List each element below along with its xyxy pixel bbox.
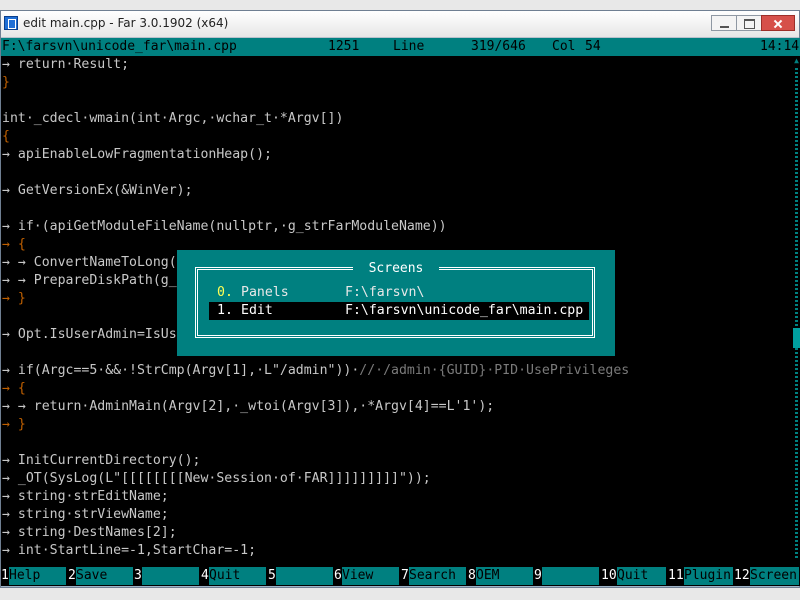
code-line[interactable]: → { <box>2 236 26 254</box>
code-line[interactable]: → → ConvertNameToLong( <box>2 254 177 272</box>
fkey-label: Screen <box>750 567 799 585</box>
col-label: Col <box>552 39 576 54</box>
code-line[interactable]: → _OT(SysLog(L"[[[[[[[[New·Session·of·FA… <box>2 470 431 488</box>
screen-item-path: F:\farsvn\unicode_far\main.cpp <box>345 303 584 318</box>
fkey-number: 3 <box>134 566 142 586</box>
scroll-up-arrow-icon[interactable]: ▲ <box>792 56 800 66</box>
far-app-icon <box>4 16 18 30</box>
far-window: edit main.cpp - Far 3.0.1902 (x64) F:\fa… <box>0 10 800 588</box>
console-area: F:\farsvn\unicode_far\main.cpp 1251 Line… <box>1 38 800 586</box>
fkey-number: 10 <box>601 566 617 586</box>
fkey-11[interactable]: 11 Plugin <box>668 566 735 586</box>
screen-item-panels[interactable]: 0. Panels F:\farsvn\ <box>209 284 589 302</box>
fkey-6[interactable]: 6 View <box>334 566 401 586</box>
fkey-label <box>276 567 333 585</box>
col-position: 54 <box>585 39 601 54</box>
fkey-label <box>142 567 199 585</box>
fkey-label: OEM <box>476 567 533 585</box>
fkey-number: 12 <box>734 566 750 586</box>
fkey-number: 6 <box>334 566 342 586</box>
code-line[interactable]: → if·(apiGetModuleFileName(nullptr,·g_st… <box>2 218 447 236</box>
code-line[interactable]: → } <box>2 416 26 434</box>
line-label: Line <box>393 39 425 54</box>
fkey-3[interactable]: 3 <box>134 566 201 586</box>
fkey-number: 7 <box>401 566 409 586</box>
code-line[interactable]: { <box>2 128 10 146</box>
screen-item-hotkey: 1. <box>217 303 233 318</box>
fkey-9[interactable]: 9 <box>534 566 601 586</box>
fkey-number: 5 <box>268 566 276 586</box>
fkey-label: Plugin <box>684 567 733 585</box>
window-title: edit main.cpp - Far 3.0.1902 (x64) <box>23 16 229 30</box>
fkey-label: Save <box>76 567 133 585</box>
fkey-number: 1 <box>1 566 9 586</box>
screen-item-label: Panels <box>241 285 289 300</box>
code-line[interactable]: → string·strViewName; <box>2 506 169 524</box>
fkey-label: Quit <box>209 567 266 585</box>
code-line[interactable]: → string·strEditName; <box>2 488 169 506</box>
code-line[interactable]: → return·Result; <box>2 56 129 74</box>
code-line[interactable]: → { <box>2 380 26 398</box>
fkey-8[interactable]: 8 OEM <box>468 566 535 586</box>
scroll-thumb[interactable] <box>793 328 800 348</box>
file-path: F:\farsvn\unicode_far\main.cpp <box>2 39 237 54</box>
code-text: → if(Argc==5·&&·!StrCmp(Argv[1],·L"/admi… <box>2 363 360 378</box>
code-line[interactable]: → apiEnableLowFragmentationHeap(); <box>2 146 272 164</box>
fkey-number: 2 <box>68 566 76 586</box>
fkey-12[interactable]: 12 Screen <box>734 566 800 586</box>
fkey-5[interactable]: 5 <box>268 566 335 586</box>
function-key-bar: 1 Help 2 Save 3 4 Quit 5 6 View 7 Search 8 OEM 9 10 Quit… <box>1 566 800 586</box>
fkey-number: 4 <box>201 566 209 586</box>
screen-item-edit[interactable]: 1. Edit F:\farsvn\unicode_far\main.cpp <box>209 302 589 320</box>
editor-status-bar: F:\farsvn\unicode_far\main.cpp 1251 Line… <box>1 38 800 56</box>
code-line[interactable]: → → return·AdminMain(Argv[2],·_wtoi(Argv… <box>2 398 494 416</box>
maximize-button[interactable] <box>736 15 762 31</box>
fkey-label: Quit <box>617 567 666 585</box>
fkey-number: 8 <box>468 566 476 586</box>
fkey-1[interactable]: 1 Help <box>1 566 68 586</box>
code-line[interactable]: int·_cdecl·wmain(int·Argc,·wchar_t·*Argv… <box>2 110 343 128</box>
code-comment: //·/admin·{GUID}·PID·UsePrivileges <box>359 363 630 378</box>
fkey-number: 11 <box>668 566 684 586</box>
clock: 14:14 <box>760 39 800 54</box>
code-line[interactable]: → int·StartLine=-1,StartChar=-1; <box>2 542 256 560</box>
fkey-7[interactable]: 7 Search <box>401 566 468 586</box>
fkey-10[interactable]: 10 Quit <box>601 566 668 586</box>
code-line[interactable]: → if(Argc==5·&&·!StrCmp(Argv[1],·L"/admi… <box>2 362 629 380</box>
fkey-label <box>542 567 599 585</box>
code-line[interactable]: → GetVersionEx(&WinVer); <box>2 182 193 200</box>
title-bar[interactable]: edit main.cpp - Far 3.0.1902 (x64) <box>1 11 799 38</box>
fkey-label: View <box>342 567 399 585</box>
vertical-scrollbar[interactable]: ▲ <box>792 56 800 566</box>
fkey-label: Search <box>409 567 466 585</box>
screen-item-path: F:\farsvn\ <box>345 285 425 300</box>
screens-dialog-title: Screens <box>353 260 439 278</box>
code-line[interactable]: → Opt.IsUserAdmin=IsUs <box>2 326 177 344</box>
screen-item-hotkey: 0. <box>217 285 233 300</box>
code-line[interactable]: → → PrepareDiskPath(g_ <box>2 272 177 290</box>
fkey-label: Help <box>9 567 66 585</box>
scroll-track[interactable] <box>795 68 798 558</box>
fkey-number: 9 <box>534 566 542 586</box>
fkey-2[interactable]: 2 Save <box>68 566 135 586</box>
code-line[interactable]: → InitCurrentDirectory(); <box>2 452 201 470</box>
screens-dialog: Screens 0. Panels F:\farsvn\ 1. Edit F:\… <box>177 250 615 356</box>
code-line[interactable]: → string·DestNames[2]; <box>2 524 177 542</box>
minimize-button[interactable] <box>711 15 737 31</box>
code-line[interactable]: → } <box>2 290 26 308</box>
line-position: 319/646 <box>471 39 526 54</box>
code-page: 1251 <box>328 39 360 54</box>
code-line[interactable]: } <box>2 74 10 92</box>
fkey-4[interactable]: 4 Quit <box>201 566 268 586</box>
close-button[interactable] <box>761 15 795 31</box>
screen-item-label: Edit <box>241 303 273 318</box>
